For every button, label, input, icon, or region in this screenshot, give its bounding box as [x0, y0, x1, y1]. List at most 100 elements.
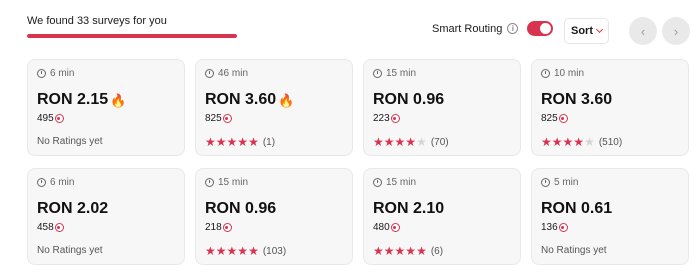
no-ratings-text: No Ratings yet	[37, 245, 103, 256]
survey-points: 458	[37, 222, 64, 233]
survey-duration: 6 min	[37, 177, 74, 188]
rating-count: (70)	[430, 136, 449, 148]
survey-card[interactable]: 6 min RON 2.02 458 No Ratings yet	[27, 168, 185, 265]
star-icon: ★	[373, 135, 384, 149]
smart-routing-label: Smart Routing	[432, 22, 503, 35]
survey-duration: 10 min	[541, 68, 584, 79]
rating-count: (510)	[598, 136, 623, 148]
info-icon[interactable]: i	[507, 23, 519, 34]
survey-card[interactable]: 10 min RON 3.60 825 ★ ★ ★ ★ ★ (510)	[531, 59, 689, 156]
survey-points-text: 218	[205, 222, 222, 233]
fire-icon: 🔥	[278, 92, 295, 108]
clock-icon	[37, 178, 46, 187]
next-page-button[interactable]: ›	[662, 17, 690, 45]
rating-count: (6)	[430, 245, 444, 257]
survey-points-text: 825	[205, 113, 222, 124]
survey-card[interactable]: 15 min RON 0.96 218 ★ ★ ★ ★ ★ (103)	[195, 168, 353, 265]
survey-duration-text: 15 min	[386, 177, 417, 188]
star-icon: ★	[248, 135, 259, 149]
star-icon: ★	[237, 135, 249, 149]
survey-price-text: RON 2.02	[37, 200, 109, 217]
results-progress-fill	[27, 34, 237, 38]
star-icon: ★	[394, 244, 406, 258]
star-icon: ★	[226, 244, 238, 258]
survey-price-text: RON 0.96	[205, 200, 277, 217]
rating-stars: ★ ★ ★ ★ ★	[541, 136, 595, 148]
survey-points: 825	[541, 113, 568, 124]
rating-count: (103)	[262, 245, 287, 257]
results-header: We found 33 surveys for you Smart Routin…	[0, 0, 700, 58]
coin-icon	[222, 223, 232, 232]
star-icon: ★	[551, 135, 563, 149]
fire-icon: 🔥	[110, 92, 127, 108]
clock-icon	[373, 178, 382, 187]
star-icon: ★	[405, 244, 417, 258]
survey-card[interactable]: 46 min RON 3.60 🔥 825 ★ ★ ★ ★ ★ (1)	[195, 59, 353, 156]
survey-rating: No Ratings yet	[541, 245, 607, 256]
survey-points: 480	[373, 222, 400, 233]
survey-duration: 6 min	[37, 68, 74, 79]
star-icon: ★	[584, 135, 595, 149]
survey-price: RON 0.96	[205, 200, 276, 218]
survey-card[interactable]: 15 min RON 2.10 480 ★ ★ ★ ★ ★ (6)	[363, 168, 521, 265]
clock-icon	[37, 69, 46, 78]
survey-price: RON 0.61	[541, 200, 612, 218]
survey-price: RON 2.02	[37, 200, 108, 218]
clock-icon	[205, 178, 214, 187]
survey-points: 825	[205, 113, 232, 124]
star-icon: ★	[416, 135, 427, 149]
star-icon: ★	[383, 135, 395, 149]
rating-count: (1)	[262, 136, 276, 148]
survey-duration: 15 min	[373, 68, 416, 79]
survey-rating: ★ ★ ★ ★ ★ (510)	[541, 136, 622, 148]
survey-card[interactable]: 6 min RON 2.15 🔥 495 No Ratings yet	[27, 59, 185, 156]
survey-rating: No Ratings yet	[37, 245, 103, 256]
rating-stars: ★ ★ ★ ★ ★	[373, 136, 427, 148]
survey-price-text: RON 3.60	[205, 91, 277, 108]
prev-page-button[interactable]: ‹	[629, 17, 657, 45]
survey-price-text: RON 2.15	[37, 91, 109, 108]
star-icon: ★	[215, 244, 227, 258]
star-icon: ★	[205, 244, 216, 258]
survey-duration-text: 10 min	[554, 68, 585, 79]
star-icon: ★	[215, 135, 227, 149]
smart-routing-toggle[interactable]	[527, 21, 554, 36]
sort-button[interactable]: Sort	[564, 18, 609, 44]
coin-icon	[558, 223, 568, 232]
clock-icon	[541, 69, 550, 78]
rating-stars: ★ ★ ★ ★ ★	[205, 136, 259, 148]
clock-icon	[205, 69, 214, 78]
no-ratings-text: No Ratings yet	[541, 245, 607, 256]
survey-price-text: RON 2.10	[373, 200, 445, 217]
survey-points: 223	[373, 113, 400, 124]
results-count-text: We found 33 surveys for you	[27, 15, 167, 27]
survey-card[interactable]: 15 min RON 0.96 223 ★ ★ ★ ★ ★ (70)	[363, 59, 521, 156]
survey-points: 218	[205, 222, 232, 233]
survey-rating: ★ ★ ★ ★ ★ (70)	[373, 136, 449, 148]
survey-duration-text: 6 min	[50, 68, 75, 79]
star-icon: ★	[573, 135, 585, 149]
star-icon: ★	[405, 135, 417, 149]
survey-duration: 15 min	[373, 177, 416, 188]
survey-price-text: RON 3.60	[541, 91, 613, 108]
clock-icon	[541, 178, 550, 187]
star-icon: ★	[205, 135, 216, 149]
star-icon: ★	[394, 135, 406, 149]
survey-points-text: 495	[37, 113, 54, 124]
survey-points-text: 458	[37, 222, 54, 233]
survey-price: RON 3.60	[541, 91, 612, 109]
results-progress-bar	[27, 34, 237, 38]
coin-icon	[54, 114, 64, 123]
coin-icon	[54, 223, 64, 232]
survey-duration: 5 min	[541, 177, 578, 188]
survey-duration-text: 15 min	[218, 177, 249, 188]
survey-price-text: RON 0.61	[541, 200, 613, 217]
survey-rating: No Ratings yet	[37, 136, 103, 147]
rating-stars: ★ ★ ★ ★ ★	[205, 245, 259, 257]
survey-card[interactable]: 5 min RON 0.61 136 No Ratings yet	[531, 168, 689, 265]
survey-rating: ★ ★ ★ ★ ★ (103)	[205, 245, 286, 257]
star-icon: ★	[237, 244, 249, 258]
no-ratings-text: No Ratings yet	[37, 136, 103, 147]
survey-points-text: 223	[373, 113, 390, 124]
chevron-left-icon: ‹	[640, 23, 646, 39]
